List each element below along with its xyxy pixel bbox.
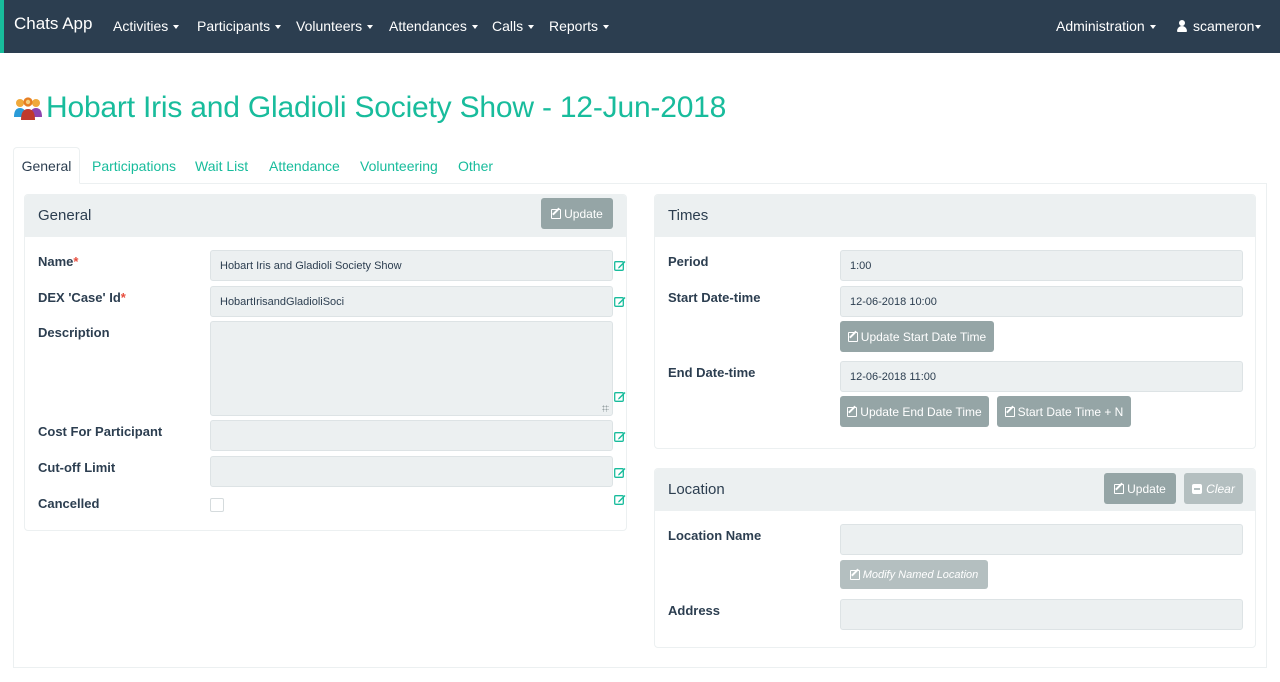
brand-link[interactable]: Chats App (14, 14, 92, 34)
edit-icon (847, 331, 858, 342)
page-title: Hobart Iris and Gladioli Society Show - … (13, 88, 726, 128)
end-datetime-field[interactable]: 12-06-2018 11:00 (840, 361, 1243, 392)
start-datetime-label: Start Date-time (668, 290, 761, 305)
name-field[interactable]: Hobart Iris and Gladioli Society Show (210, 250, 613, 281)
required-marker: * (120, 290, 126, 305)
edit-icon[interactable] (614, 296, 626, 307)
modify-named-location-button[interactable]: Modify Named Location (840, 560, 988, 589)
period-label: Period (668, 254, 709, 269)
nav-volunteers[interactable]: Volunteers (296, 18, 374, 34)
times-panel-title: Times (668, 207, 709, 224)
resize-grip-icon[interactable] (602, 405, 609, 412)
nav-calls[interactable]: Calls (492, 18, 535, 34)
caret-down-icon (603, 25, 610, 30)
top-navbar: Chats App Activities Participants Volunt… (0, 0, 1280, 53)
edit-icon[interactable] (614, 260, 626, 271)
dex-case-id-field[interactable]: HobartIrisandGladioliSoci (210, 286, 613, 317)
caret-down-icon (1149, 25, 1156, 30)
page-title-text: Hobart Iris and Gladioli Society Show - … (46, 91, 727, 124)
nav-participants[interactable]: Participants (197, 18, 282, 34)
location-name-field[interactable] (840, 524, 1243, 555)
tab-wait-list[interactable]: Wait List (195, 158, 248, 174)
edit-icon (1004, 406, 1015, 417)
location-panel-title: Location (668, 481, 725, 498)
start-datetime-plus-n-button[interactable]: Start Date Time + N (997, 396, 1131, 427)
general-panel-title: General (38, 207, 92, 224)
tab-attendance[interactable]: Attendance (269, 158, 340, 174)
required-marker: * (73, 254, 79, 269)
location-clear-button[interactable]: Clear (1184, 473, 1243, 504)
caret-down-icon (173, 25, 180, 30)
general-update-button[interactable]: Update (541, 198, 613, 229)
nav-attendances[interactable]: Attendances (389, 18, 478, 34)
edit-icon (551, 208, 562, 219)
update-end-datetime-button[interactable]: Update End Date Time (840, 396, 989, 427)
address-field[interactable] (840, 599, 1243, 630)
period-field[interactable]: 1:00 (840, 250, 1243, 281)
dex-case-id-label: DEX 'Case' Id* (38, 290, 126, 305)
nav-activities[interactable]: Activities (113, 18, 180, 34)
nav-user-menu[interactable]: scameron (1177, 18, 1262, 34)
general-panel: General Update Name* Hobart Iris and Gla… (24, 194, 627, 531)
caret-down-icon (528, 25, 535, 30)
general-panel-header: General Update (25, 195, 626, 237)
user-icon (1177, 20, 1187, 32)
nav-reports[interactable]: Reports (549, 18, 610, 34)
navbar-accent (0, 0, 4, 53)
edit-icon[interactable] (614, 391, 626, 402)
location-update-button[interactable]: Update (1104, 473, 1176, 504)
location-name-label: Location Name (668, 528, 762, 543)
name-label: Name* (38, 254, 79, 269)
cancelled-label: Cancelled (38, 496, 100, 511)
cutoff-field[interactable] (210, 456, 613, 487)
start-datetime-field[interactable]: 12-06-2018 10:00 (840, 286, 1243, 317)
description-label: Description (38, 325, 110, 340)
cost-label: Cost For Participant (38, 424, 163, 439)
cost-field[interactable] (210, 420, 613, 451)
update-start-datetime-button[interactable]: Update Start Date Time (840, 321, 994, 352)
times-panel: Times Period 1:00 Start Date-time 12-06-… (654, 194, 1256, 449)
edit-icon (849, 569, 860, 580)
edit-icon (847, 406, 858, 417)
address-label: Address (668, 603, 721, 618)
caret-down-icon (1255, 25, 1262, 30)
tab-volunteering[interactable]: Volunteering (360, 158, 438, 174)
end-datetime-label: End Date-time (668, 365, 756, 380)
tab-general[interactable]: General (13, 147, 80, 184)
people-group-icon (14, 97, 42, 120)
edit-icon[interactable] (614, 494, 626, 505)
tab-other[interactable]: Other (458, 158, 493, 174)
minus-square-icon (1192, 483, 1203, 494)
nav-administration[interactable]: Administration (1056, 18, 1156, 34)
location-panel: Location Update Clear Location Name Modi… (654, 468, 1256, 648)
caret-down-icon (471, 25, 478, 30)
caret-down-icon (367, 25, 374, 30)
edit-icon (1114, 483, 1125, 494)
description-textarea[interactable] (210, 321, 613, 416)
location-panel-header: Location Update Clear (655, 469, 1255, 511)
tab-participations[interactable]: Participations (92, 158, 176, 174)
cancelled-checkbox[interactable] (210, 498, 224, 512)
caret-down-icon (275, 25, 282, 30)
edit-icon[interactable] (614, 467, 626, 478)
times-panel-header: Times (655, 195, 1255, 237)
cutoff-label: Cut-off Limit (38, 460, 116, 475)
edit-icon[interactable] (614, 431, 626, 442)
